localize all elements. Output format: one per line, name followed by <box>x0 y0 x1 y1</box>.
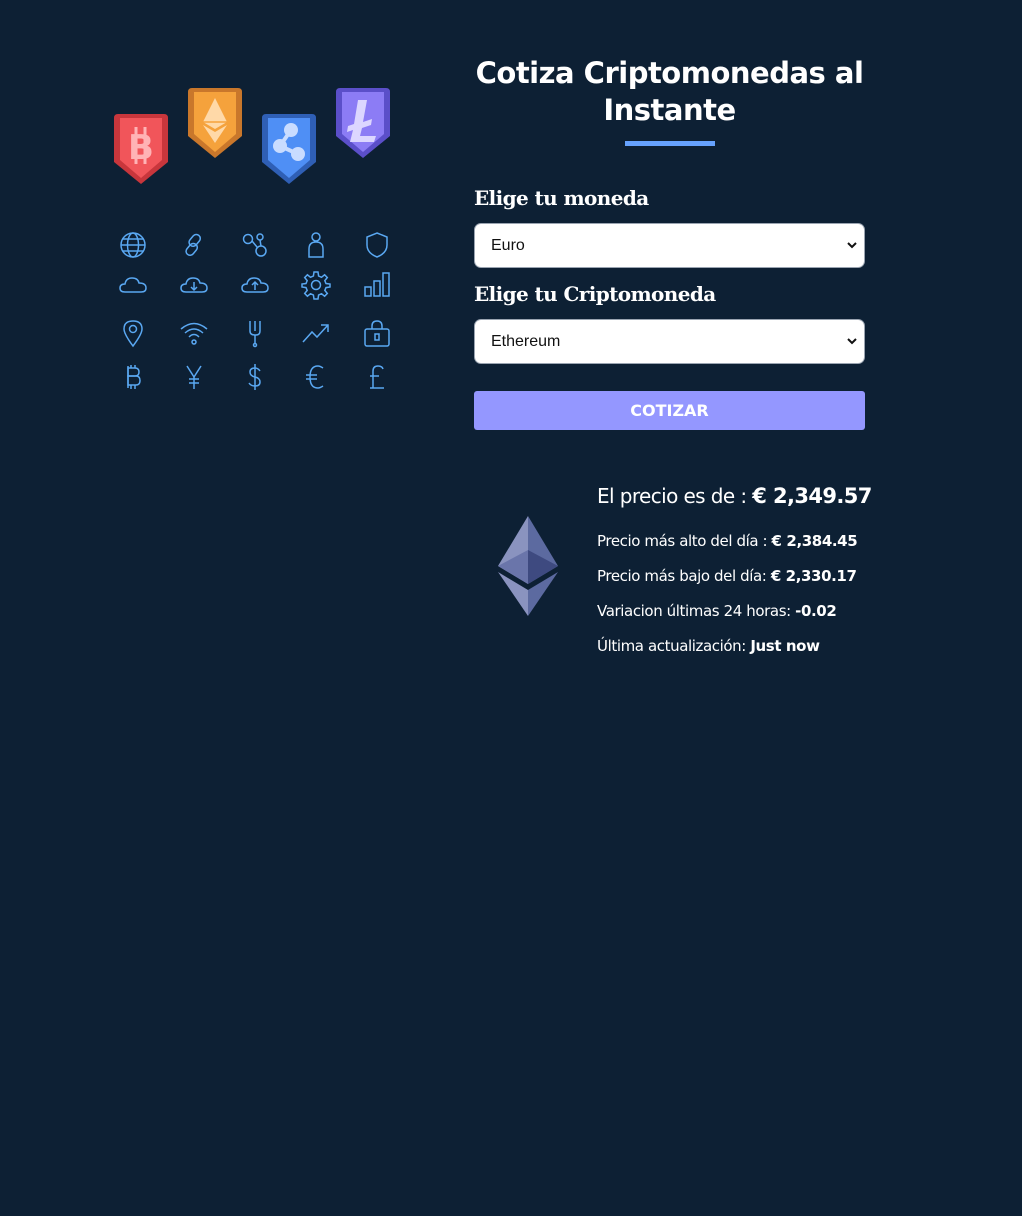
high-price-label: Precio más alto del día : <box>597 532 768 550</box>
currency-select-value: Euro <box>491 237 525 254</box>
currency-label: Elige tu moneda <box>474 186 649 210</box>
bitcoin-sign-icon <box>118 362 148 392</box>
gear-icon <box>301 270 331 300</box>
bitcoin-icon: B <box>112 110 170 191</box>
updated-value: Just now <box>750 637 820 655</box>
globe-icon <box>118 230 148 260</box>
price-label: El precio es de : <box>597 484 747 508</box>
change-value: -0.02 <box>795 602 837 620</box>
chevron-down-icon <box>847 242 857 249</box>
ethereum-logo-icon <box>498 516 558 616</box>
link-icon <box>179 230 209 260</box>
page-title: Cotiza Criptomonedas al Instante <box>475 56 864 127</box>
quote-result: El precio es de : € 2,349.57 Precio más … <box>474 478 874 678</box>
quote-form-section: Cotiza Criptomonedas al Instante Elige t… <box>474 55 865 430</box>
bar-chart-icon <box>362 270 392 300</box>
updated-label: Última actualización: <box>597 637 746 655</box>
crypto-select[interactable]: Ethereum <box>474 319 865 364</box>
fork-icon <box>240 318 270 348</box>
ethereum-icon <box>186 86 244 167</box>
page: B Cotiza Criptomonedas al Instante Elige… <box>0 0 1022 1216</box>
yen-sign-icon <box>179 362 209 392</box>
crypto-illustration: B <box>100 80 410 410</box>
updated-line: Última actualización: Just now <box>597 629 887 664</box>
chevron-down-icon <box>847 338 857 345</box>
crypto-select-value: Ethereum <box>491 333 561 350</box>
lock-icon <box>362 318 392 348</box>
wifi-icon <box>179 318 209 348</box>
cotizar-button[interactable]: COTIZAR <box>474 391 865 430</box>
currency-select[interactable]: Euro <box>474 223 865 268</box>
shield-icon <box>362 230 392 260</box>
ripple-icon <box>260 110 318 191</box>
low-price-label: Precio más bajo del día: <box>597 567 767 585</box>
dollar-sign-icon <box>240 362 270 392</box>
price-line: El precio es de : € 2,349.57 <box>597 478 887 514</box>
change-line: Variacion últimas 24 horas: -0.02 <box>597 594 887 629</box>
high-price-value: € 2,384.45 <box>771 532 858 550</box>
pound-sign-icon <box>362 362 392 392</box>
molecule-icon <box>240 230 270 260</box>
low-price-line: Precio más bajo del día: € 2,330.17 <box>597 559 887 594</box>
litecoin-icon <box>334 86 392 167</box>
title-underline <box>624 141 715 146</box>
cloud-icon <box>118 270 148 300</box>
crypto-label: Elige tu Criptomoneda <box>474 282 716 306</box>
map-pin-icon <box>118 318 148 348</box>
result-details: El precio es de : € 2,349.57 Precio más … <box>597 478 887 664</box>
trend-up-icon <box>301 318 331 348</box>
cloud-upload-icon <box>240 270 270 300</box>
price-value: € 2,349.57 <box>752 484 872 508</box>
change-label: Variacion últimas 24 horas: <box>597 602 791 620</box>
cloud-download-icon <box>179 270 209 300</box>
low-price-value: € 2,330.17 <box>770 567 857 585</box>
person-icon <box>301 230 331 260</box>
svg-text:B: B <box>128 128 154 168</box>
euro-sign-icon <box>301 362 331 392</box>
high-price-line: Precio más alto del día : € 2,384.45 <box>597 524 887 559</box>
